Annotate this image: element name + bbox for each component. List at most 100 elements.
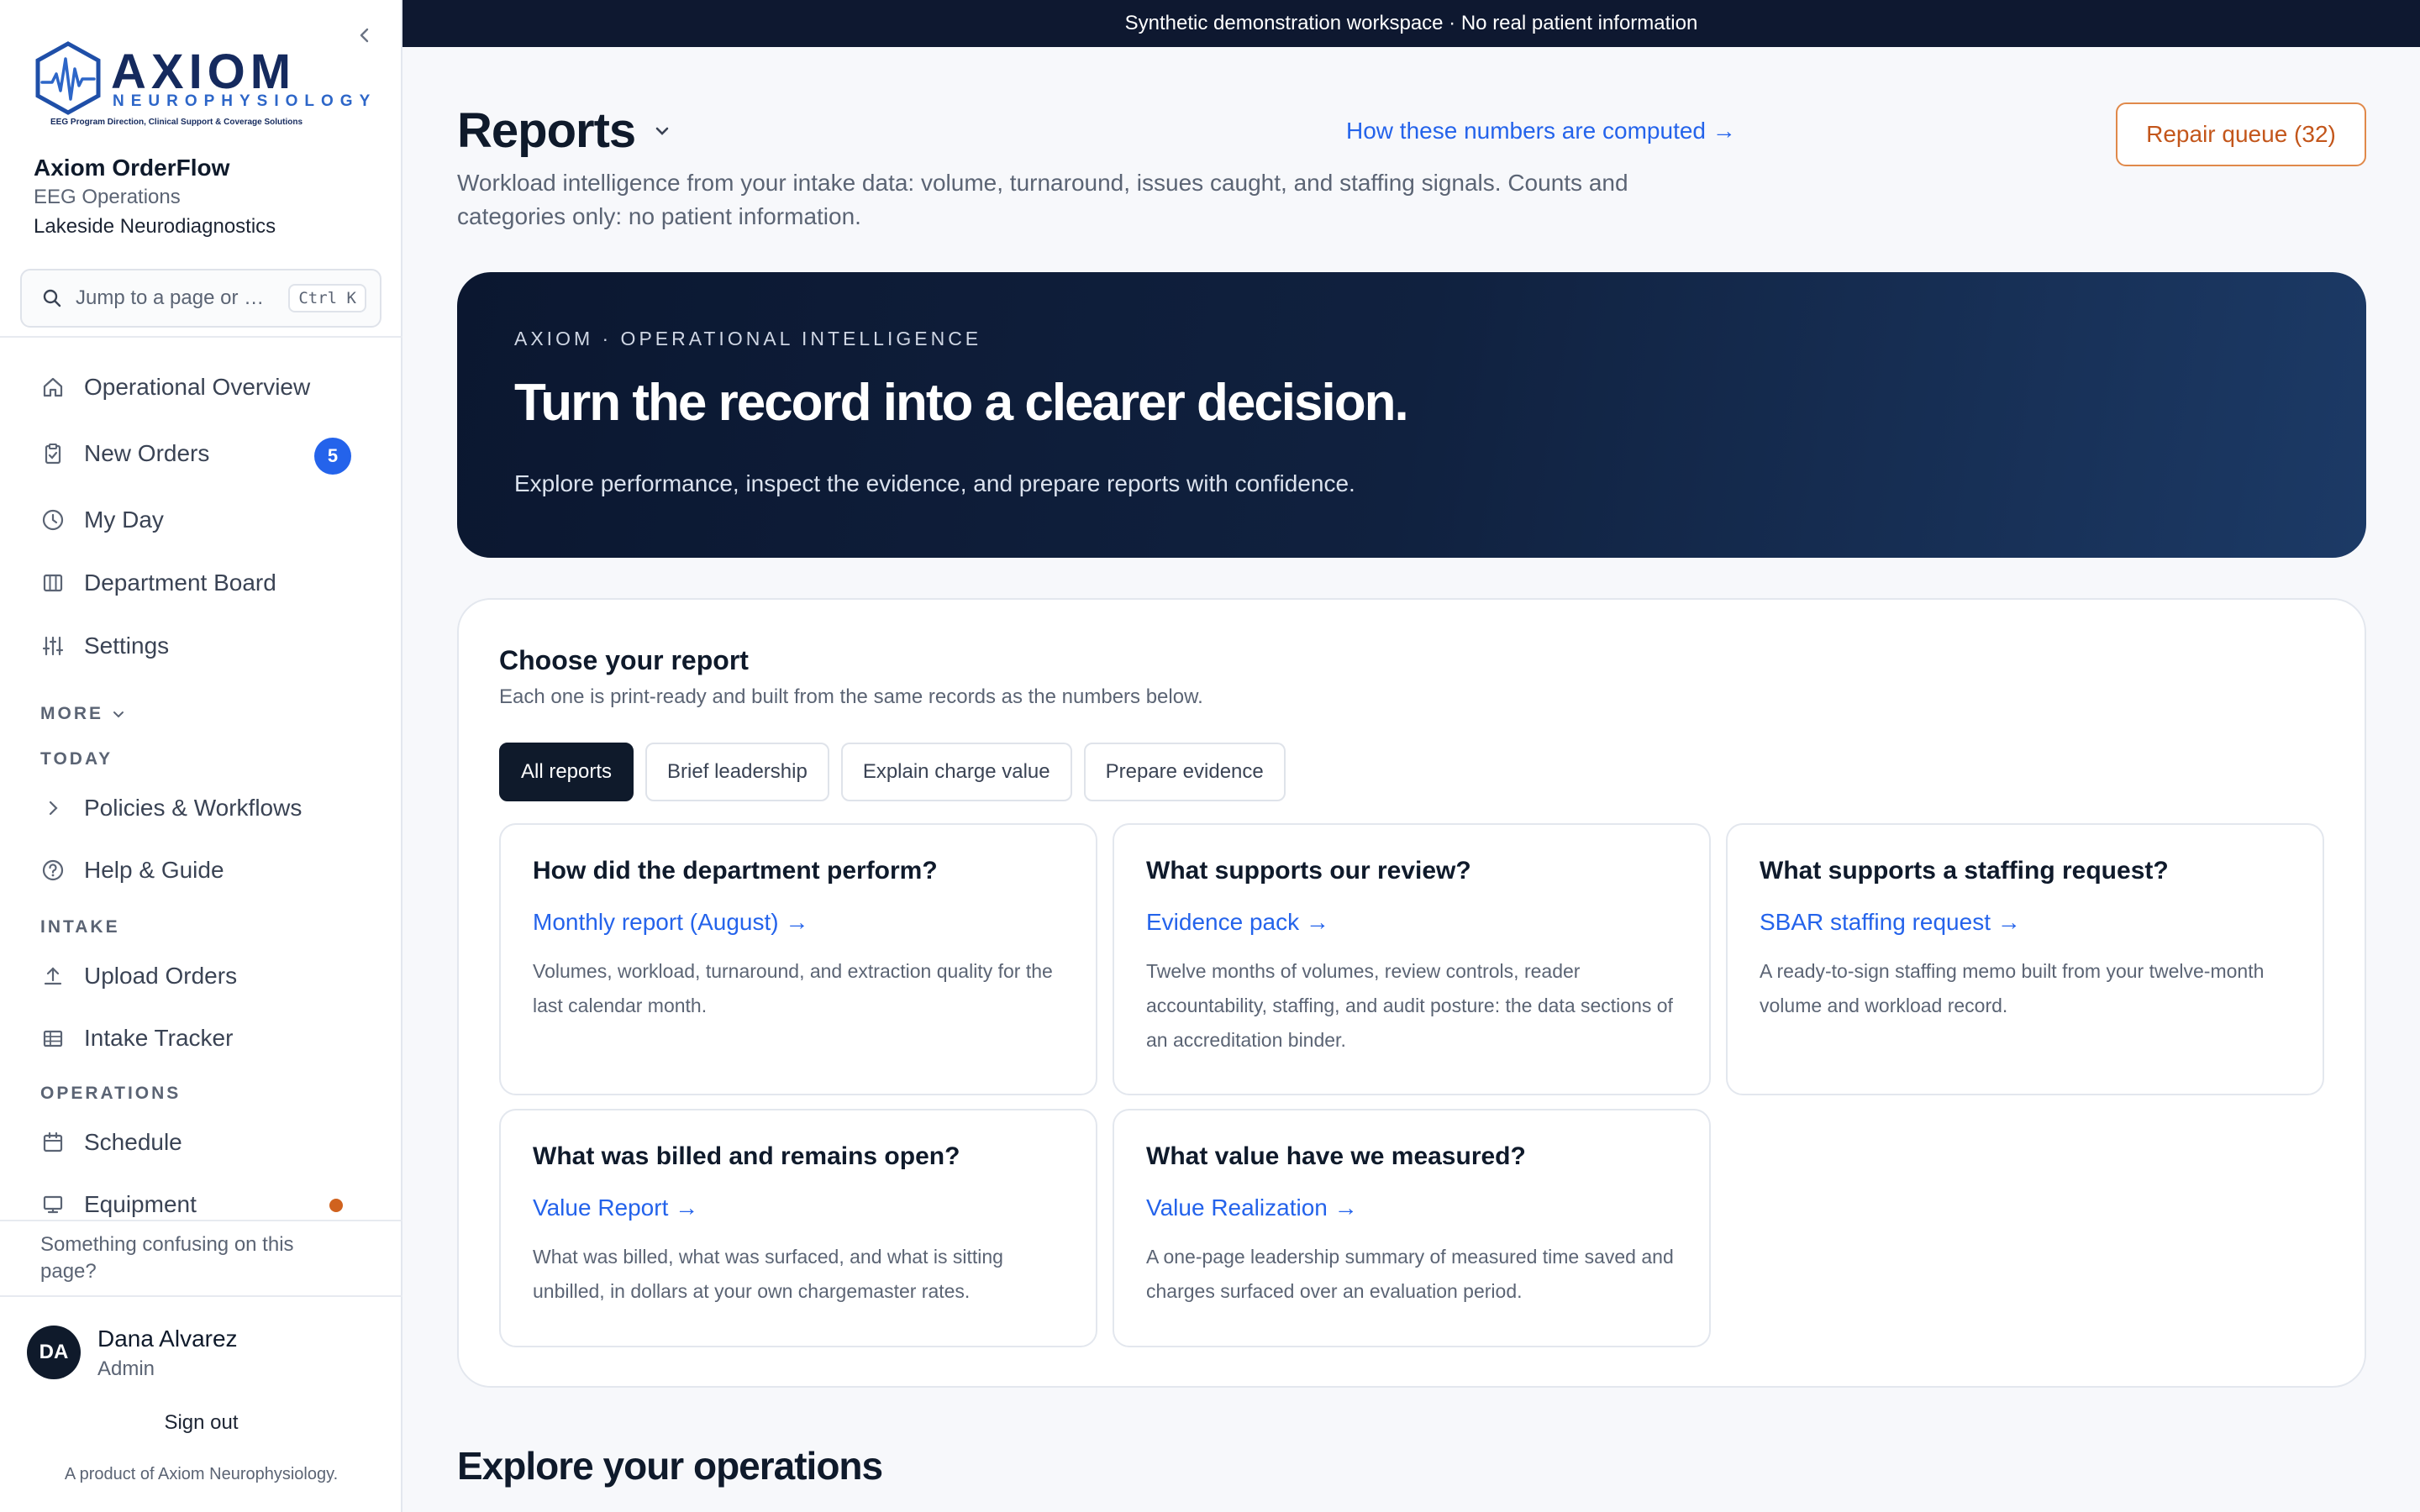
section-label-today: TODAY <box>40 749 113 769</box>
page-title: Reports <box>457 103 636 158</box>
sidebar-item-my-day[interactable]: My Day <box>20 494 381 546</box>
page-description: Workload intelligence from your intake d… <box>457 170 1628 229</box>
report-card-link[interactable]: Evidence pack → <box>1146 909 1329 936</box>
home-icon <box>40 375 66 400</box>
app-name: Axiom OrderFlow <box>34 155 230 181</box>
report-card-question: What supports a staffing request? <box>1760 857 2169 885</box>
equipment-alert-dot <box>329 1199 343 1212</box>
report-card-description: A one-page leadership summary of measure… <box>1146 1246 1674 1302</box>
sidebar-item-schedule[interactable]: Schedule <box>20 1116 381 1168</box>
report-card-description: Volumes, workload, turnaround, and extra… <box>533 960 1053 1016</box>
sidebar-item-label: Policies & Workflows <box>84 795 302 821</box>
report-card-link[interactable]: SBAR staffing request → <box>1760 909 2021 936</box>
sidebar-item-label: Operational Overview <box>84 374 311 400</box>
report-card-link[interactable]: Monthly report (August) → <box>533 909 808 936</box>
new-orders-count-badge: 5 <box>314 438 351 475</box>
sidebar-item-label: Intake Tracker <box>84 1025 234 1051</box>
report-card-evidence: What supports our review? Evidence pack … <box>1113 823 1711 1095</box>
section-label-operations: OPERATIONS <box>40 1084 182 1103</box>
brand-logo[interactable]: AXIOM NEUROPHYSIOLOGY EEG Program Direct… <box>34 40 370 134</box>
tab-explain-charge-value[interactable]: Explain charge value <box>840 743 1072 801</box>
sliders-icon <box>40 633 66 659</box>
brand-subtitle: NEUROPHYSIOLOGY <box>113 92 377 110</box>
product-attribution: A product of Axiom Neurophysiology. <box>64 1465 339 1483</box>
hero-banner: AXIOM · OPERATIONAL INTELLIGENCE Turn th… <box>457 272 2366 558</box>
chevron-down-icon <box>655 127 669 135</box>
sign-out-button[interactable]: Sign out <box>0 1411 402 1435</box>
report-card-staffing: What supports a staffing request? SBAR s… <box>1726 823 2324 1095</box>
sidebar-item-operational-overview[interactable]: Operational Overview <box>20 361 381 413</box>
search-placeholder: Jump to a page or o... <box>76 286 269 309</box>
sidebar-item-label: Help & Guide <box>84 857 224 883</box>
sidebar-item-label: New Orders <box>84 440 210 466</box>
upload-icon <box>40 963 66 989</box>
sidebar-item-equipment[interactable]: Equipment <box>20 1179 381 1231</box>
demo-workspace-banner: Synthetic demonstration workspace · No r… <box>402 0 2420 47</box>
repair-queue-button[interactable]: Repair queue (32) <box>2116 102 2366 166</box>
page-feedback-link[interactable]: Something confusing on this page? <box>40 1231 343 1285</box>
clock-icon <box>40 507 66 533</box>
eeg-hexagon-icon <box>35 41 101 115</box>
sidebar-item-policies-workflows[interactable]: Policies & Workflows <box>20 782 381 834</box>
site-name: Lakeside Neurodiagnostics <box>34 215 276 238</box>
brand-wordmark: AXIOM <box>111 45 297 99</box>
chevron-left-icon <box>360 28 369 43</box>
section-label-intake: INTAKE <box>40 917 120 937</box>
report-card-value-realization: What value have we measured? Value Reali… <box>1113 1109 1711 1347</box>
search-icon <box>43 289 61 307</box>
hero-subtitle: Explore performance, inspect the evidenc… <box>514 470 1355 496</box>
report-card-value: What was billed and remains open? Value … <box>499 1109 1097 1347</box>
report-card-link[interactable]: Value Report → <box>533 1194 698 1221</box>
sidebar-item-label: Equipment <box>84 1191 197 1217</box>
calendar-icon <box>40 1130 66 1155</box>
more-label: MORE <box>40 704 103 723</box>
sidebar-divider <box>0 336 402 338</box>
sidebar-item-label: Upload Orders <box>84 963 238 989</box>
hero-kicker: AXIOM · OPERATIONAL INTELLIGENCE <box>514 328 982 349</box>
report-card-description: Twelve months of volumes, review control… <box>1146 960 1673 1051</box>
sidebar-divider <box>0 1220 402 1221</box>
sidebar-item-help-guide[interactable]: Help & Guide <box>20 844 381 896</box>
user-name: Dana Alvarez <box>97 1326 238 1352</box>
sidebar-item-intake-tracker[interactable]: Intake Tracker <box>20 1012 381 1064</box>
sidebar-item-label: Settings <box>84 633 170 659</box>
report-card-description: A ready-to-sign staffing memo built from… <box>1760 960 2265 1016</box>
sidebar-item-settings[interactable]: Settings <box>20 620 381 672</box>
user-role: Admin <box>97 1357 155 1380</box>
report-chooser-subtitle: Each one is print-ready and built from t… <box>499 685 1203 708</box>
organization-info: Axiom OrderFlow EEG Operations Lakeside … <box>34 153 276 242</box>
sidebar-item-upload-orders[interactable]: Upload Orders <box>20 950 381 1002</box>
report-card-description: What was billed, what was surfaced, and … <box>533 1246 1003 1302</box>
report-card-question: What supports our review? <box>1146 857 1471 885</box>
table-grid-icon <box>40 1026 66 1051</box>
report-card-question: What was billed and remains open? <box>533 1142 960 1170</box>
report-card-link[interactable]: Value Realization → <box>1146 1194 1358 1221</box>
department-name: EEG Operations <box>34 186 181 208</box>
tab-brief-leadership[interactable]: Brief leadership <box>645 743 829 801</box>
brand-tagline: EEG Program Direction, Clinical Support … <box>50 118 303 127</box>
tab-all-reports[interactable]: All reports <box>499 743 634 801</box>
page-title-dropdown[interactable]: Reports <box>457 102 672 159</box>
report-chooser-title: Choose your report <box>499 645 749 675</box>
sidebar: AXIOM NEUROPHYSIOLOGY EEG Program Direct… <box>0 0 402 1512</box>
user-avatar[interactable]: DA <box>27 1326 81 1379</box>
tab-prepare-evidence[interactable]: Prepare evidence <box>1083 743 1286 801</box>
board-columns-icon <box>40 570 66 596</box>
explore-operations-heading: Explore your operations <box>457 1444 883 1488</box>
report-card-question: How did the department perform? <box>533 857 938 885</box>
sidebar-item-new-orders[interactable]: New Orders 5 <box>20 428 381 480</box>
clipboard-check-icon <box>40 441 66 466</box>
sidebar-divider <box>0 1295 402 1297</box>
monitor-icon <box>40 1192 66 1217</box>
how-numbers-computed-link[interactable]: How these numbers are computed → <box>1346 118 1736 144</box>
sidebar-item-label: Schedule <box>84 1129 182 1155</box>
sidebar-item-department-board[interactable]: Department Board <box>20 557 381 609</box>
search-shortcut-hint: Ctrl K <box>288 284 366 312</box>
collapse-sidebar-button[interactable] <box>353 24 376 47</box>
sidebar-item-label: My Day <box>84 507 164 533</box>
sidebar-item-label: Department Board <box>84 570 276 596</box>
report-card-question: What value have we measured? <box>1146 1142 1526 1170</box>
help-circle-icon <box>40 858 66 883</box>
command-search-input[interactable]: Jump to a page or o... Ctrl K <box>20 269 381 328</box>
more-section-toggle[interactable]: MORE <box>40 704 125 724</box>
